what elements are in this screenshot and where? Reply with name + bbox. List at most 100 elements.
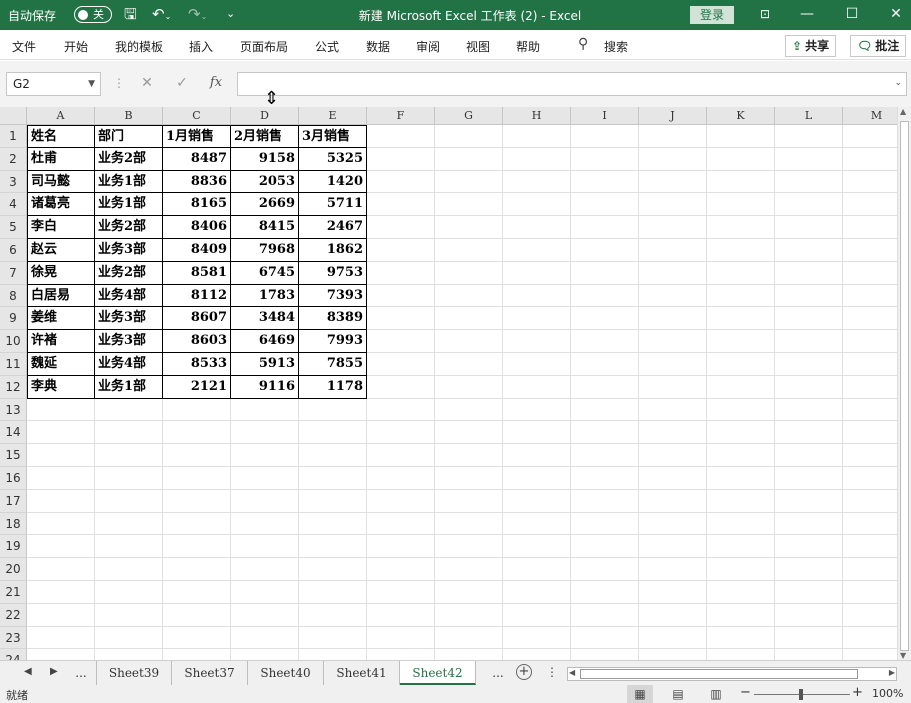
table-cell[interactable]: 7968 — [231, 239, 299, 262]
empty-cell[interactable] — [775, 261, 843, 285]
table-cell[interactable]: 2669 — [231, 193, 299, 217]
table-cell[interactable]: 业务2部 — [95, 147, 163, 171]
table-cell[interactable]: 8487 — [163, 147, 231, 171]
scroll-right-icon[interactable]: ▶ — [889, 668, 895, 677]
empty-cell[interactable] — [503, 398, 571, 422]
table-cell[interactable]: 7393 — [299, 284, 367, 308]
column-header[interactable]: C — [163, 107, 231, 125]
empty-cell[interactable] — [27, 581, 95, 604]
tab-splitter-icon[interactable]: ⋮ — [546, 665, 558, 679]
empty-cell[interactable] — [639, 375, 707, 399]
sheet-tab-active[interactable]: Sheet42 — [400, 661, 476, 685]
row-header[interactable]: 24 — [0, 649, 27, 660]
empty-cell[interactable] — [27, 558, 95, 581]
table-cell[interactable]: 业务3部 — [95, 307, 163, 331]
row-header[interactable]: 8 — [0, 284, 27, 308]
table-cell[interactable]: 李白 — [27, 216, 95, 239]
empty-cell[interactable] — [367, 444, 435, 467]
table-header-cell[interactable]: 姓名 — [27, 125, 95, 148]
empty-cell[interactable] — [707, 649, 775, 660]
empty-cell[interactable] — [775, 489, 843, 513]
empty-cell[interactable] — [367, 239, 435, 262]
empty-cell[interactable] — [503, 193, 571, 217]
empty-cell[interactable] — [27, 626, 95, 650]
empty-cell[interactable] — [775, 170, 843, 194]
spreadsheet-grid[interactable]: A B C D E F G H I J K L M 1 姓名 部门 1月销售 2月销售 3月销售 2 杜甫 业务2部 848… — [0, 107, 897, 660]
table-cell[interactable]: 业务1部 — [95, 170, 163, 194]
share-button[interactable]: ⇪ 共享 — [785, 35, 837, 57]
empty-cell[interactable] — [27, 649, 95, 660]
empty-cell[interactable] — [27, 535, 95, 559]
table-cell[interactable]: 5325 — [299, 147, 367, 171]
empty-cell[interactable] — [639, 421, 707, 445]
empty-cell[interactable] — [775, 603, 843, 627]
sheet-tab[interactable]: Sheet37 — [172, 661, 248, 685]
empty-cell[interactable] — [707, 535, 775, 559]
empty-cell[interactable] — [435, 558, 503, 581]
horizontal-scrollbar[interactable]: ◀ ▶ — [567, 667, 897, 681]
empty-cell[interactable] — [639, 626, 707, 650]
empty-cell[interactable] — [707, 170, 775, 194]
empty-cell[interactable] — [435, 581, 503, 604]
empty-cell[interactable] — [367, 581, 435, 604]
table-cell[interactable]: 业务3部 — [95, 330, 163, 353]
empty-cell[interactable] — [775, 330, 843, 353]
comment-button[interactable]: 🗨 批注 — [850, 35, 907, 57]
row-header[interactable]: 6 — [0, 239, 27, 262]
empty-cell[interactable] — [843, 421, 897, 445]
table-cell[interactable]: 李典 — [27, 375, 95, 399]
empty-cell[interactable] — [639, 398, 707, 422]
table-cell[interactable]: 业务1部 — [95, 193, 163, 217]
empty-cell[interactable] — [435, 170, 503, 194]
empty-cell[interactable] — [231, 421, 299, 445]
empty-cell[interactable] — [775, 467, 843, 490]
empty-cell[interactable] — [435, 535, 503, 559]
table-cell[interactable]: 9158 — [231, 147, 299, 171]
empty-cell[interactable] — [435, 603, 503, 627]
empty-cell[interactable] — [639, 170, 707, 194]
autosave-toggle[interactable]: 关 — [74, 6, 112, 23]
column-header[interactable]: B — [95, 107, 163, 125]
table-cell[interactable]: 徐晃 — [27, 261, 95, 285]
empty-cell[interactable] — [639, 467, 707, 490]
empty-cell[interactable] — [163, 558, 231, 581]
select-all-corner[interactable] — [0, 107, 27, 125]
empty-cell[interactable] — [163, 581, 231, 604]
tab-view[interactable]: 视图 — [466, 38, 490, 55]
empty-cell[interactable] — [503, 626, 571, 650]
empty-cell[interactable] — [571, 330, 639, 353]
zoom-slider-thumb[interactable] — [799, 689, 803, 700]
column-header[interactable]: M — [843, 107, 897, 125]
empty-cell[interactable] — [95, 626, 163, 650]
empty-cell[interactable] — [367, 147, 435, 171]
empty-cell[interactable] — [367, 558, 435, 581]
empty-cell[interactable] — [95, 603, 163, 627]
empty-cell[interactable] — [775, 626, 843, 650]
zoom-out-icon[interactable]: − — [740, 685, 751, 700]
empty-cell[interactable] — [435, 626, 503, 650]
empty-cell[interactable] — [843, 239, 897, 262]
empty-cell[interactable] — [95, 649, 163, 660]
empty-cell[interactable] — [775, 147, 843, 171]
empty-cell[interactable] — [843, 193, 897, 217]
empty-cell[interactable] — [707, 489, 775, 513]
column-header[interactable]: H — [503, 107, 571, 125]
empty-cell[interactable] — [95, 512, 163, 536]
row-header[interactable]: 4 — [0, 193, 27, 217]
empty-cell[interactable] — [231, 467, 299, 490]
empty-cell[interactable] — [843, 649, 897, 660]
row-header[interactable]: 17 — [0, 489, 27, 513]
empty-cell[interactable] — [707, 307, 775, 331]
empty-cell[interactable] — [163, 535, 231, 559]
table-cell[interactable]: 司马懿 — [27, 170, 95, 194]
empty-cell[interactable] — [707, 558, 775, 581]
table-cell[interactable]: 8603 — [163, 330, 231, 353]
column-header[interactable]: A — [27, 107, 95, 125]
empty-cell[interactable] — [503, 421, 571, 445]
empty-cell[interactable] — [299, 467, 367, 490]
empty-cell[interactable] — [571, 626, 639, 650]
empty-cell[interactable] — [503, 603, 571, 627]
empty-cell[interactable] — [707, 467, 775, 490]
maximize-icon[interactable]: ☐ — [843, 5, 861, 23]
table-cell[interactable]: 赵云 — [27, 239, 95, 262]
